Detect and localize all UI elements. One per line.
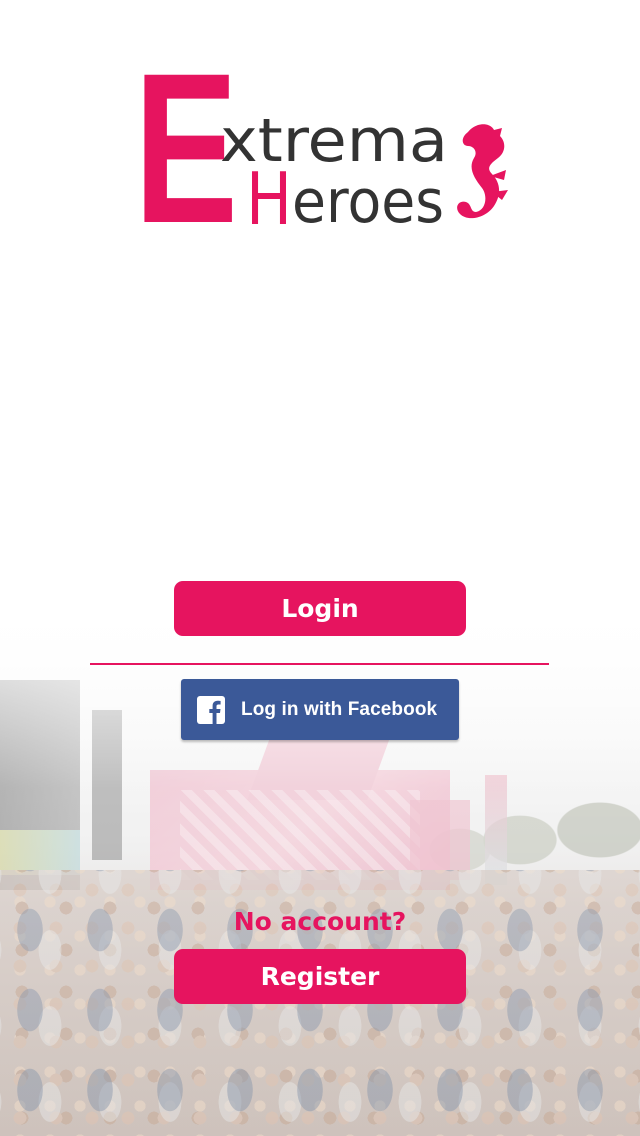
- no-account-prompt: No account?: [233, 907, 407, 936]
- logo-word-eroes: eroes: [292, 167, 444, 226]
- login-button[interactable]: Login: [174, 581, 466, 636]
- facebook-icon: [197, 695, 225, 724]
- facebook-button-label: Log in with Facebook: [241, 698, 438, 720]
- register-button[interactable]: Register: [174, 949, 466, 1004]
- facebook-login-button[interactable]: Log in with Facebook: [181, 679, 459, 740]
- seahorse-icon: [457, 124, 508, 219]
- app-logo: E xtrema H eroes: [138, 64, 508, 226]
- divider-line: [90, 663, 549, 665]
- logo-letter-h: H: [246, 157, 292, 226]
